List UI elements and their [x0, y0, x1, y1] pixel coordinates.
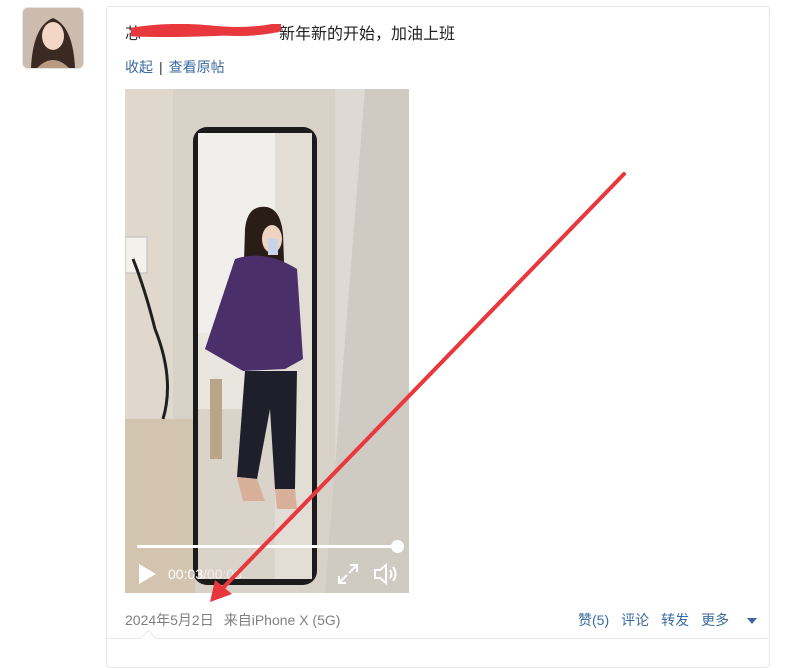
post-source: 来自iPhone X (5G)	[223, 612, 341, 628]
progress-handle[interactable]	[391, 540, 404, 553]
toolbar-separator: |	[159, 59, 163, 75]
avatar[interactable]	[22, 7, 84, 69]
progress-fill	[137, 545, 397, 548]
comment-button[interactable]: 评论	[621, 612, 649, 628]
post-date[interactable]: 2024年5月2日	[125, 612, 214, 628]
progress-bar[interactable]	[137, 540, 404, 553]
card-divider	[107, 638, 767, 639]
fullscreen-icon[interactable]	[337, 563, 359, 585]
post-header: 芯 新年新的开始，加油上班	[125, 20, 455, 44]
duration: /00:03	[203, 566, 242, 582]
repost-button[interactable]: 转发	[661, 612, 689, 628]
collapse-link[interactable]: 收起	[125, 59, 153, 75]
post-meta: 2024年5月2日 来自iPhone X (5G)	[125, 610, 340, 630]
post-actions: 赞(5) 评论 转发 更多	[578, 610, 758, 630]
video-controls: 00:03/00:03	[125, 523, 409, 593]
post-toolbar: 收起 | 查看原帖	[125, 57, 225, 77]
username-link[interactable]: 芯	[125, 20, 281, 44]
video-frame	[125, 89, 409, 593]
post-text: 新年新的开始，加油上班	[279, 26, 456, 43]
video-time: 00:03/00:03	[168, 566, 242, 582]
volume-icon[interactable]	[373, 562, 399, 586]
more-button[interactable]: 更多	[701, 612, 758, 628]
more-label: 更多	[701, 612, 730, 628]
current-time: 00:03	[168, 566, 204, 582]
view-original-link[interactable]: 查看原帖	[169, 59, 225, 75]
like-button[interactable]: 赞(5)	[578, 612, 609, 628]
video-player[interactable]: 00:03/00:03	[125, 89, 409, 593]
chevron-down-icon	[747, 618, 758, 625]
avatar-image	[23, 8, 83, 68]
redaction-scribble	[131, 24, 281, 37]
play-icon[interactable]	[137, 563, 157, 585]
